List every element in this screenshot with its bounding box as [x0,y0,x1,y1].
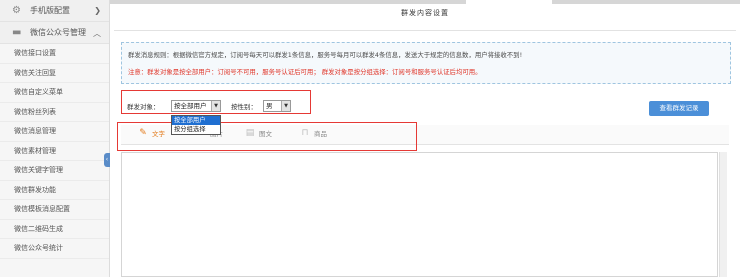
sidebar-item-template-message[interactable]: 微信模板消息配置 [0,200,109,220]
sidebar-item-api-settings[interactable]: 微信接口设置 [0,44,109,64]
sidebar-item-label: 微信关注回复 [14,68,56,77]
chevron-down-icon: ▼ [281,101,290,111]
notice-box: 群发消息规则：根据微信官方规定，订阅号每天可以群发1条信息，服务号每月可以群发4… [121,42,731,84]
sidebar-item-custom-menu[interactable]: 微信自定义菜单 [0,83,109,103]
view-history-button[interactable]: 查看群发记录 [649,101,709,116]
chevron-down-icon: ❯ [94,6,101,15]
sidebar-item-label: 微信二维码生成 [14,224,63,233]
sidebar-item-label: 微信模板消息配置 [14,205,70,214]
sidebar-group-label: 手机版配置 [30,6,70,15]
sidebar-group-label: 微信公众号管理 [30,28,86,37]
sidebar-item-material-management[interactable]: 微信素材管理 [0,142,109,161]
target-select[interactable]: 按全部用户 ▼ [171,100,221,112]
sidebar-group-wechat[interactable]: ▬ 微信公众号管理 ︿ [0,22,109,44]
sidebar-item-keyword-management[interactable]: 微信关键字管理 [0,161,109,181]
gender-select-value: 男 [266,102,273,110]
sidebar-item-label: 微信群发功能 [14,185,56,194]
gender-select[interactable]: 男 ▼ [263,100,291,112]
sidebar: ⚙ 手机版配置 ❯ ▬ 微信公众号管理 ︿ 微信接口设置 微信关注回复 微信自定… [0,0,110,277]
sidebar-item-label: 微信关键字管理 [14,166,63,175]
gender-label: 按性别： [231,103,257,111]
target-label: 群发对象： [127,103,160,111]
sidebar-item-qrcode[interactable]: 微信二维码生成 [0,220,109,239]
sidebar-collapse-handle[interactable]: ‹ [104,153,110,167]
sidebar-item-label: 微信粉丝列表 [14,107,56,116]
target-dropdown-list: 按全部用户 按分组选择 [171,115,221,135]
target-select-value: 按全部用户 [174,102,207,110]
dropdown-option-by-group[interactable]: 按分组选择 [172,125,220,134]
sidebar-item-mass-send[interactable]: 微信群发功能 [0,181,109,200]
main-panel: 群发内容设置 群发消息规则：根据微信官方规定，订阅号每天可以群发1条信息，服务号… [114,4,736,277]
chevron-up-icon: ︿ [93,29,101,38]
type-highlight-box [117,122,417,151]
sidebar-item-label: 微信公众号统计 [14,244,63,253]
sidebar-item-label: 微信接口设置 [14,49,56,58]
sidebar-item-label: 微信自定义菜单 [14,88,63,97]
sidebar-item-label: 微信素材管理 [14,146,56,155]
sidebar-item-follow-reply[interactable]: 微信关注回复 [0,64,109,83]
sidebar-item-fans-list[interactable]: 微信粉丝列表 [0,103,109,122]
sidebar-item-message-management[interactable]: 微信消息管理 [0,122,109,142]
page-scrollbar[interactable] [719,152,727,277]
gear-icon: ⚙ [12,5,21,16]
chevron-down-icon: ▼ [211,101,220,111]
dropdown-option-all-users[interactable]: 按全部用户 [172,116,220,125]
title-divider [114,30,736,31]
sidebar-item-statistics[interactable]: 微信公众号统计 [0,239,109,259]
sidebar-item-label: 微信消息管理 [14,127,56,136]
notice-warning-text: 注意：群发对象是按全部用户：订阅号不可用，服务号认证后可用； 群发对象是按分组选… [128,68,482,76]
page-title: 群发内容设置 [401,9,449,17]
sidebar-group-mobile-config[interactable]: ⚙ 手机版配置 ❯ [0,0,109,22]
chat-icon: ▬ [12,27,22,38]
notice-rule-text: 群发消息规则：根据微信官方规定，订阅号每天可以群发1条信息，服务号每月可以群发4… [128,51,523,59]
message-editor[interactable] [121,152,718,277]
